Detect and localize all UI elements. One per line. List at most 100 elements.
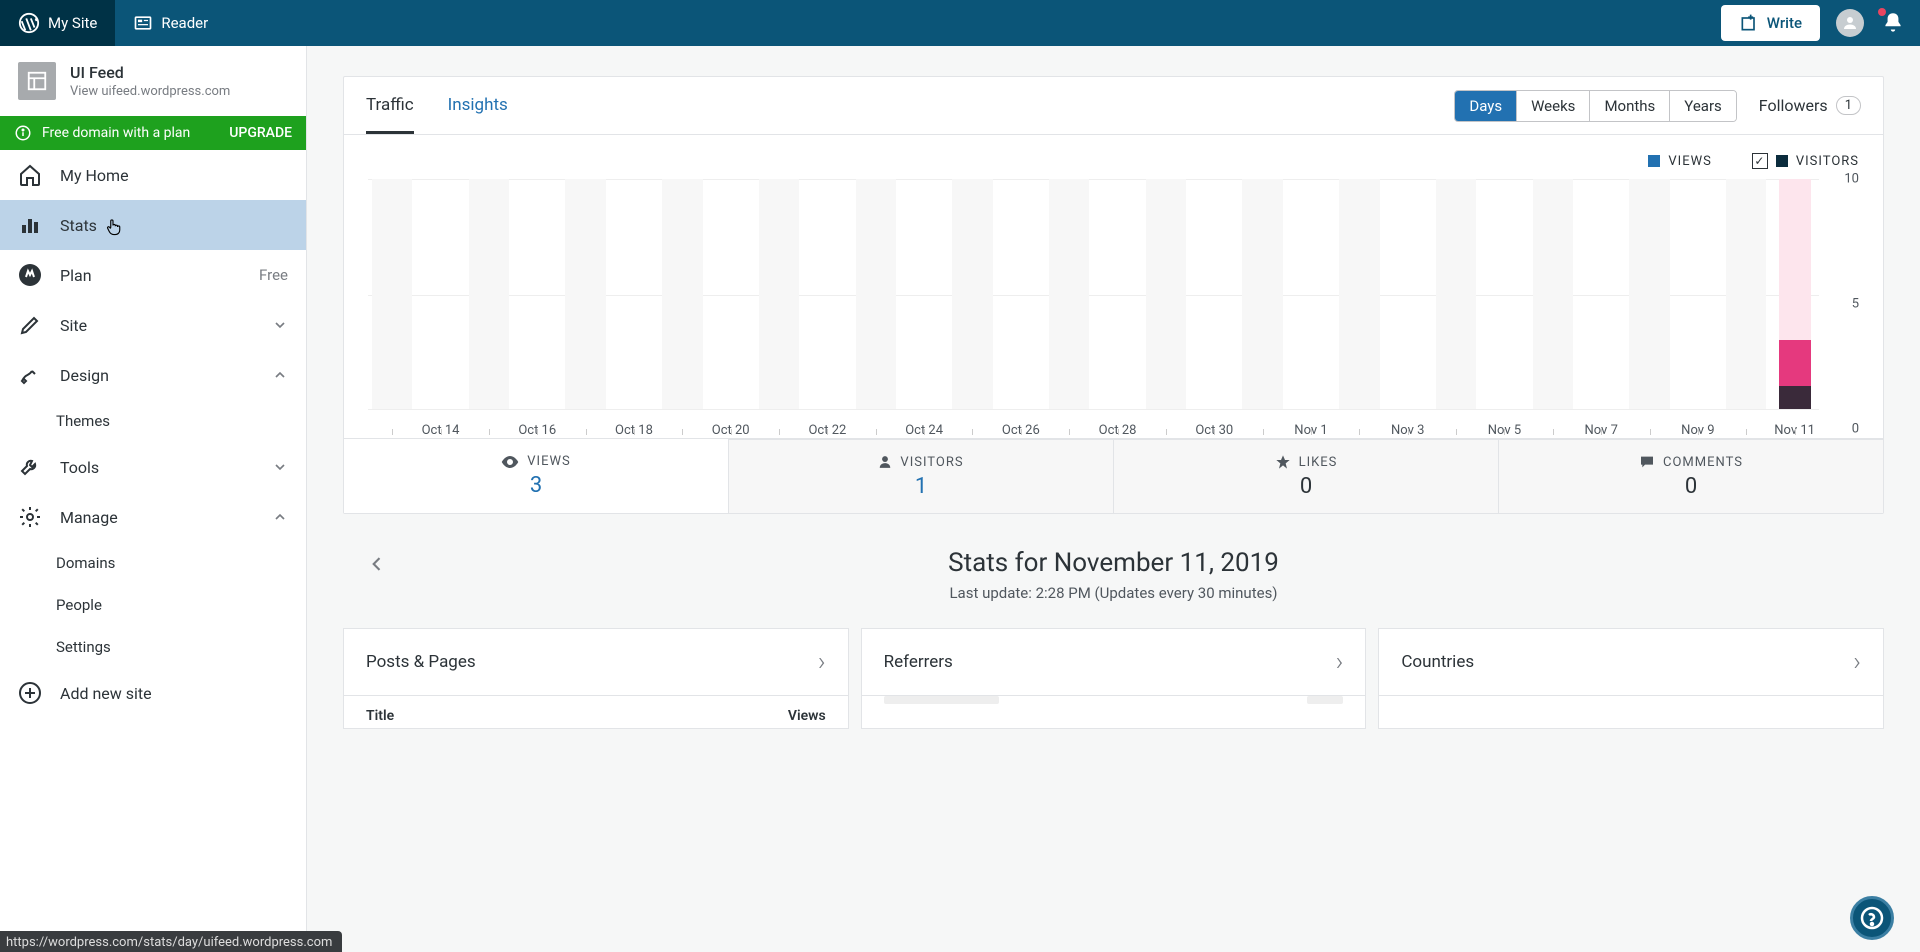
chevron-down-icon (272, 459, 288, 475)
card-referrers-header[interactable]: Referrers › (862, 629, 1366, 696)
avatar[interactable] (1836, 9, 1864, 37)
bar-slot[interactable] (1432, 179, 1480, 409)
card-posts-header[interactable]: Posts & Pages › (344, 629, 848, 696)
bar-slot[interactable] (561, 179, 609, 409)
topbar-mysite[interactable]: My Site (0, 0, 115, 46)
plan-badge: Free (259, 266, 288, 284)
bar-slot[interactable] (852, 179, 900, 409)
topbar-right: Write (1721, 0, 1920, 46)
tab-insights[interactable]: Insights (448, 77, 508, 134)
period-months[interactable]: Months (1590, 91, 1670, 121)
nav-plan[interactable]: Plan Free (0, 250, 306, 300)
upgrade-banner[interactable]: Free domain with a plan UPGRADE (0, 116, 306, 150)
nav-design[interactable]: Design (0, 350, 306, 400)
bar-slot[interactable] (1625, 179, 1673, 409)
nav-label: Design (60, 366, 109, 385)
notifications-icon[interactable] (1880, 10, 1906, 36)
bar-slot[interactable] (465, 179, 513, 409)
home-icon (18, 163, 42, 187)
topbar-reader[interactable]: Reader (115, 0, 226, 46)
bar-slot[interactable] (1384, 179, 1432, 409)
bar-slot[interactable] (610, 179, 658, 409)
bar-slot[interactable] (1770, 179, 1818, 409)
bar-slot[interactable] (1577, 179, 1625, 409)
bar-slot[interactable] (1287, 179, 1335, 409)
bar-slot[interactable] (997, 179, 1045, 409)
date-title: Stats for November 11, 2019 (343, 548, 1884, 578)
bar-slot[interactable] (1045, 179, 1093, 409)
star-icon (1275, 454, 1291, 470)
pencil-icon (18, 313, 42, 337)
nav-settings[interactable]: Settings (0, 626, 306, 668)
bar-slot[interactable] (1529, 179, 1577, 409)
bar-slot[interactable] (1238, 179, 1286, 409)
summary-visitors[interactable]: VISITORS 1 (729, 439, 1114, 513)
legend-views[interactable]: VIEWS (1648, 154, 1711, 169)
bar-slot[interactable] (368, 179, 416, 409)
write-button[interactable]: Write (1721, 5, 1820, 41)
col-title: Title (366, 708, 394, 724)
chevron-right-icon: › (1336, 647, 1344, 677)
chevron-right-icon: › (1853, 647, 1861, 677)
bar-chart[interactable]: 10 5 0 (368, 179, 1859, 429)
bar-slot[interactable] (1335, 179, 1383, 409)
period-years[interactable]: Years (1670, 91, 1735, 121)
bar-slot[interactable] (1480, 179, 1528, 409)
nav-my-home[interactable]: My Home (0, 150, 306, 200)
bar-slot[interactable] (707, 179, 755, 409)
site-card[interactable]: UI Feed View uifeed.wordpress.com (0, 46, 306, 116)
prev-day-button[interactable] (367, 554, 387, 574)
bar-slot[interactable] (416, 179, 464, 409)
help-button[interactable] (1850, 896, 1894, 940)
bar-slot[interactable] (948, 179, 996, 409)
chevron-up-icon (272, 367, 288, 383)
nav-add-site[interactable]: Add new site (0, 668, 306, 718)
summary-likes[interactable]: LIKES 0 (1114, 439, 1499, 513)
bar-slot[interactable] (900, 179, 948, 409)
summary-views[interactable]: VIEWS 3 (344, 439, 729, 513)
plan-icon (18, 263, 42, 287)
period-weeks[interactable]: Weeks (1517, 91, 1590, 121)
nav-stats[interactable]: Stats (0, 200, 306, 250)
bar-slot[interactable] (803, 179, 851, 409)
bar-slot[interactable] (513, 179, 561, 409)
stats-card: Traffic Insights Days Weeks Months Years… (343, 76, 1884, 514)
bar-slot[interactable] (1722, 179, 1770, 409)
card-countries-header[interactable]: Countries › (1379, 629, 1883, 696)
stats-header: Traffic Insights Days Weeks Months Years… (344, 77, 1883, 135)
period-selector: Days Weeks Months Years (1454, 90, 1736, 122)
views-swatch (1648, 155, 1660, 167)
summary-comments[interactable]: COMMENTS 0 (1499, 439, 1883, 513)
nav-domains[interactable]: Domains (0, 542, 306, 584)
nav-label: Add new site (60, 684, 152, 703)
nav-people[interactable]: People (0, 584, 306, 626)
y-label-top: 10 (1844, 172, 1859, 187)
nav-manage[interactable]: Manage (0, 492, 306, 542)
design-icon (18, 363, 42, 387)
nav-label: My Home (60, 166, 129, 185)
tab-traffic[interactable]: Traffic (366, 77, 414, 134)
bar-slot[interactable] (658, 179, 706, 409)
site-info: UI Feed View uifeed.wordpress.com (70, 63, 230, 99)
topbar-reader-label: Reader (161, 14, 208, 32)
bar-slot[interactable] (1674, 179, 1722, 409)
upgrade-button[interactable]: UPGRADE (229, 125, 292, 141)
followers-label: Followers (1759, 96, 1828, 115)
nav-site[interactable]: Site (0, 300, 306, 350)
reader-icon (133, 13, 153, 33)
bar-slot[interactable] (1093, 179, 1141, 409)
bar-slot[interactable] (755, 179, 803, 409)
bar-slot[interactable] (1190, 179, 1238, 409)
followers[interactable]: Followers 1 (1759, 96, 1861, 115)
nav-themes[interactable]: Themes (0, 400, 306, 442)
stats-tabs: Traffic Insights (366, 77, 508, 134)
chevron-up-icon (272, 509, 288, 525)
legend-visitors[interactable]: ✓ VISITORS (1752, 153, 1859, 169)
visitors-checkbox[interactable]: ✓ (1752, 153, 1768, 169)
nav-tools[interactable]: Tools (0, 442, 306, 492)
cursor-icon (105, 218, 121, 236)
summary-comments-value: 0 (1685, 474, 1697, 499)
chevron-right-icon: › (818, 647, 826, 677)
period-days[interactable]: Days (1455, 91, 1517, 121)
bar-slot[interactable] (1142, 179, 1190, 409)
